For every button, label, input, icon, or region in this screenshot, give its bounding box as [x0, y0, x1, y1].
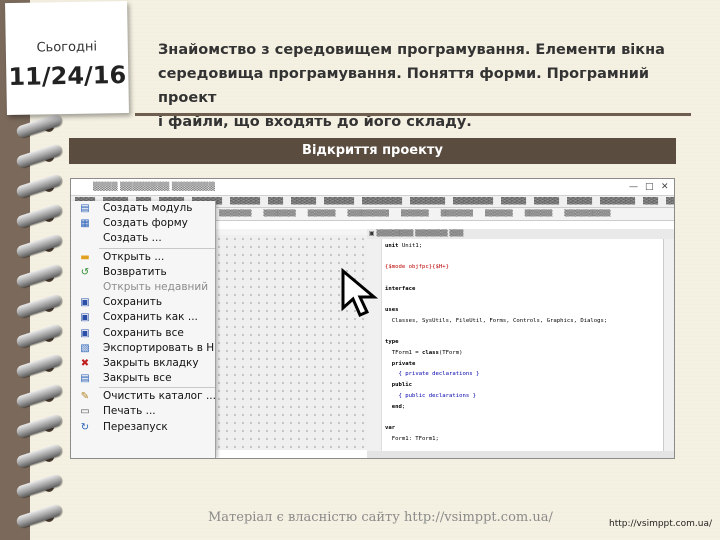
- file-menu-item[interactable]: ✎ Очистить каталог ...: [71, 389, 216, 404]
- file-menu-item-label: Перезапуск: [103, 420, 168, 433]
- file-menu-item[interactable]: Создать ...: [71, 231, 215, 246]
- date-note: Сьогодні 11/24/16: [5, 0, 129, 116]
- file-menu-item-label: Сохранить: [103, 296, 163, 309]
- revert-icon: ↺: [80, 266, 90, 278]
- spiral-ring: [15, 443, 63, 469]
- spiral-ring: [15, 353, 63, 379]
- spiral-ring: [15, 383, 63, 409]
- file-menu-item: Открыть недавний: [71, 280, 215, 295]
- title-line-2: середовища програмування. Поняття форми.…: [158, 66, 650, 106]
- file-menu-item[interactable]: ▭ Печать ...: [71, 404, 215, 419]
- file-menu-item[interactable]: ▣ Сохранить все: [71, 326, 215, 341]
- file-menu-item-label: Открыть недавний: [103, 280, 209, 293]
- file-menu-item[interactable]: ▦ Создать форму: [71, 216, 215, 231]
- menu-separator: [99, 247, 215, 249]
- file-menu-item-label: Создать ...: [103, 232, 162, 245]
- spiral-ring: [15, 143, 63, 169]
- source-code: unit Unit1; {$mode objfpc}{$H+} interfac…: [385, 243, 608, 458]
- save-as-icon: ▣: [80, 312, 90, 324]
- new-unit-icon: ▤: [80, 203, 90, 214]
- menu-separator: [99, 387, 215, 389]
- watermark: Матеріал є власністю сайту http://vsimpp…: [208, 510, 553, 525]
- file-menu-item-label: Открыть ...: [103, 250, 165, 263]
- maximize-icon[interactable]: □: [645, 179, 654, 195]
- file-menu-item-label: Возвратить: [103, 265, 167, 278]
- file-menu-item-label: Сохранить как ...: [103, 311, 198, 324]
- spiral-ring: [15, 173, 63, 199]
- new-form-icon: ▦: [80, 218, 90, 230]
- editor-scrollbar[interactable]: [663, 239, 674, 451]
- file-menu-item[interactable]: ▣ Сохранить: [71, 295, 215, 310]
- file-menu-item-label: Закрыть вкладку: [103, 356, 199, 369]
- file-menu-item[interactable]: ✖ Закрыть вкладку: [71, 356, 215, 371]
- file-menu-item-label: Экспортировать в H: [103, 341, 215, 354]
- close-icon[interactable]: ✕: [661, 179, 669, 195]
- spiral-ring: [15, 473, 63, 499]
- footer-link[interactable]: http://vsimppt.com.ua/: [609, 519, 712, 529]
- file-menu-item-label: Очистить каталог ...: [103, 390, 216, 403]
- print-icon: ▭: [80, 406, 90, 418]
- section-banner: Відкриття проекту: [69, 138, 676, 164]
- export-icon: ▧: [80, 342, 90, 354]
- spiral-binding: [0, 110, 63, 540]
- file-menu-item-label: Создать форму: [103, 217, 188, 230]
- file-menu-item[interactable]: ▤ Закрыть все: [71, 371, 215, 386]
- title-divider: [135, 113, 691, 116]
- file-menu-item[interactable]: ▧ Экспортировать в H: [71, 341, 215, 356]
- file-menu-item-label: Печать ...: [103, 405, 156, 418]
- save-icon: ▣: [80, 297, 90, 309]
- ide-screenshot: ▒▒▒▒ ▒▒▒▒▒▒▒▒ ▒▒▒▒▒▒▒ — □ ✕ ▒▒▒▒▒▒ ▒▒▒ ▒▒▒…: [70, 178, 675, 459]
- page-title: Знайомство з середовищем програмування. …: [158, 38, 688, 134]
- editor-statusbar: [367, 451, 674, 458]
- minimize-icon[interactable]: —: [629, 179, 638, 195]
- spiral-ring: [15, 233, 63, 259]
- ide-title-text: ▒▒▒▒ ▒▒▒▒▒▒▒▒ ▒▒▒▒▒▒▒: [93, 182, 215, 191]
- date-value: 11/24/16: [8, 60, 127, 92]
- file-menu-item-label: Создать модуль: [103, 202, 193, 214]
- spiral-ring: [15, 263, 63, 289]
- clean-icon: ✎: [80, 391, 90, 403]
- file-menu-dropdown: ▤ Создать модуль ▦ Создать форму Создать ...…: [71, 201, 216, 458]
- file-menu-item[interactable]: ↺ Возвратить: [71, 265, 215, 280]
- restart-icon: ↻: [80, 421, 90, 433]
- save-all-icon: ▣: [80, 327, 90, 339]
- file-menu-item[interactable]: ▤ Создать модуль: [71, 201, 215, 216]
- file-menu-item[interactable]: ↻ Перезапуск: [71, 420, 215, 435]
- open-folder-icon: ▬: [80, 251, 90, 263]
- spiral-ring: [15, 203, 63, 229]
- today-label: Сьогодні: [36, 39, 98, 56]
- spiral-ring: [15, 503, 63, 529]
- file-menu-item-label: Закрыть все: [103, 372, 172, 385]
- spiral-ring: [15, 293, 63, 319]
- ide-titlebar: ▒▒▒▒ ▒▒▒▒▒▒▒▒ ▒▒▒▒▒▒▒ — □ ✕: [71, 179, 674, 196]
- cursor-arrow-icon: [341, 268, 379, 317]
- file-menu-item[interactable]: ▬ Открыть ...: [71, 250, 215, 265]
- title-line-1: Знайомство з середовищем програмування. …: [158, 42, 665, 58]
- source-editor[interactable]: unit Unit1; {$mode objfpc}{$H+} interfac…: [367, 239, 663, 458]
- close-tab-icon: ✖: [80, 357, 90, 369]
- file-menu-item-label: Сохранить все: [103, 326, 184, 339]
- spiral-ring: [15, 323, 63, 349]
- spiral-ring: [15, 413, 63, 439]
- close-all-icon: ▤: [80, 373, 90, 385]
- file-menu-item[interactable]: ▣ Сохранить как ...: [71, 310, 215, 325]
- spiral-ring: [15, 113, 63, 139]
